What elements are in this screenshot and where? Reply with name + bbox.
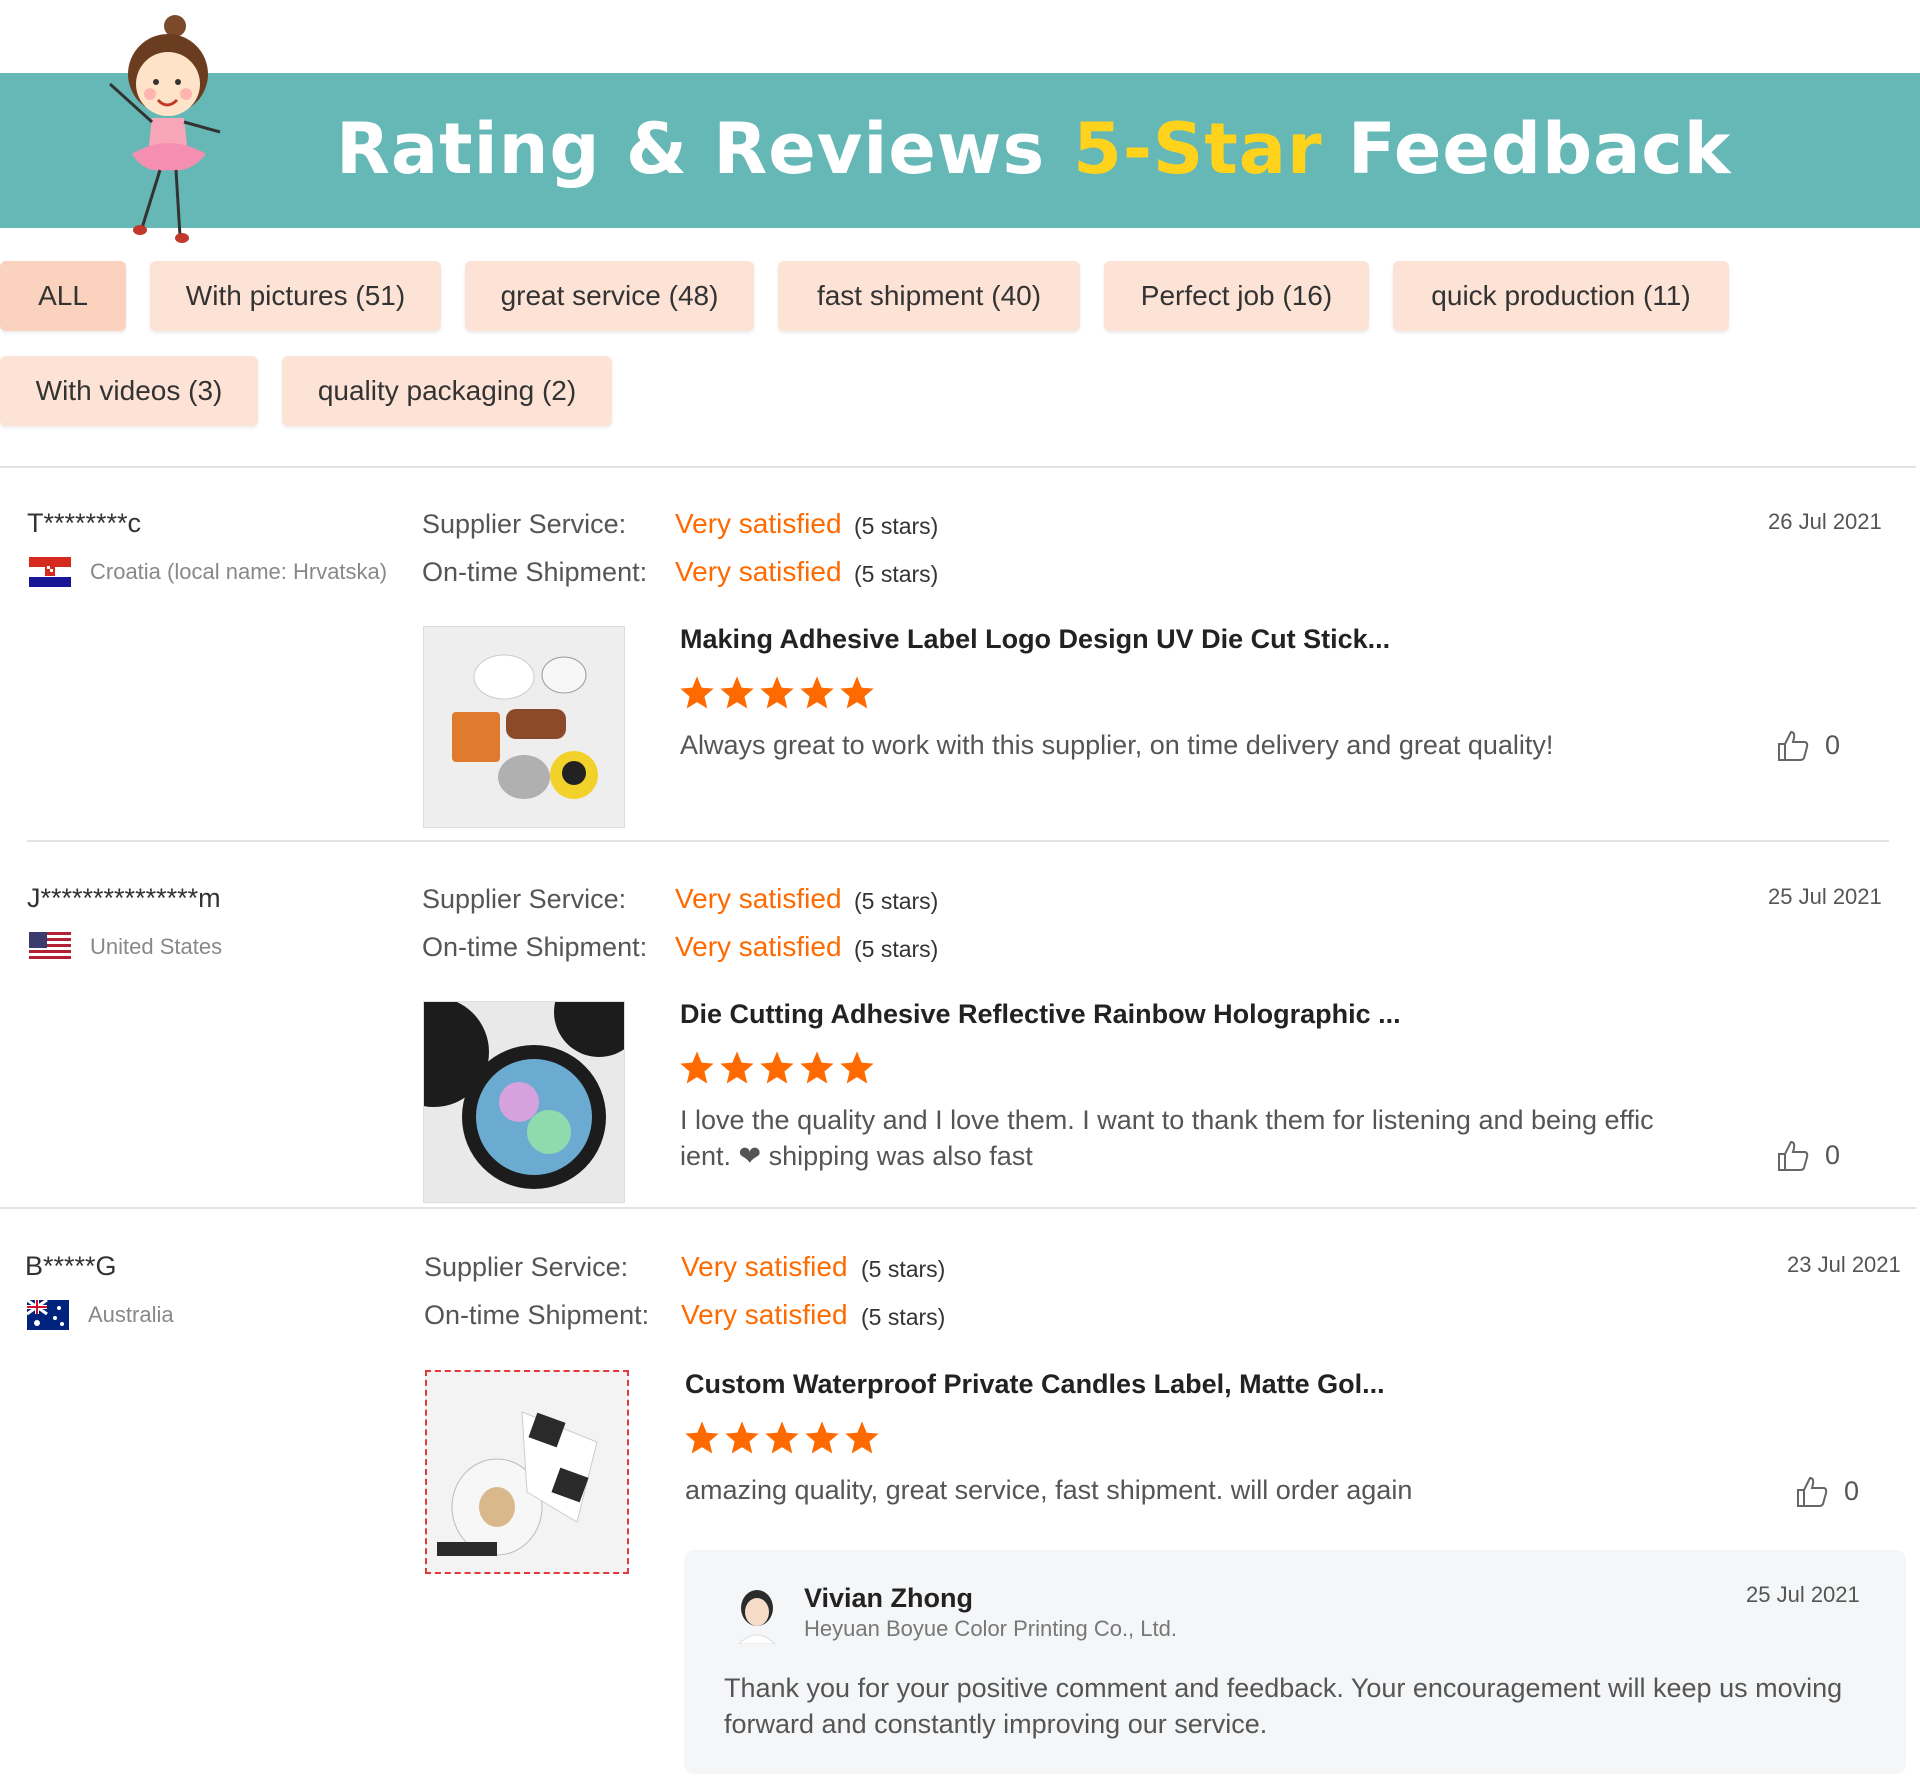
review-stars bbox=[678, 674, 876, 712]
shipment-stars-count: (5 stars) bbox=[854, 561, 939, 587]
star-icon bbox=[760, 1051, 794, 1084]
australia-flag-icon bbox=[27, 1300, 69, 1330]
review-text: Always great to work with this supplier,… bbox=[680, 730, 1554, 760]
star-icon bbox=[680, 1051, 714, 1084]
reply-text: Thank you for your positive comment and … bbox=[724, 1673, 1843, 1739]
supplier-rating-value: Very satisfied bbox=[675, 508, 842, 539]
reviewer-country: Croatia (local name: Hrvatska) bbox=[90, 559, 388, 584]
supplier-rating-value: Very satisfied bbox=[675, 883, 842, 914]
filter-quality-packaging-chip[interactable]: quality packaging (2) bbox=[282, 356, 612, 426]
reply-date: 25 Jul 2021 bbox=[1746, 1582, 1860, 1607]
filter-with-pictures-chip[interactable]: With pictures (51) bbox=[150, 261, 441, 331]
filter-perfect-job-chip[interactable]: Perfect job (16) bbox=[1104, 261, 1369, 331]
ballerina-mascot-icon bbox=[108, 15, 221, 243]
review-text: amazing quality, great service, fast shi… bbox=[685, 1475, 1413, 1505]
divider bbox=[0, 466, 1916, 468]
filter-quick-production-chip[interactable]: quick production (11) bbox=[1393, 261, 1729, 331]
thumbs-up-icon[interactable] bbox=[1775, 1138, 1811, 1174]
supplier-rating-value: Very satisfied bbox=[681, 1251, 848, 1282]
star-icon bbox=[720, 1051, 754, 1084]
reviewer-name: B*****G bbox=[25, 1251, 117, 1281]
star-icon bbox=[805, 1421, 839, 1454]
product-title[interactable]: Making Adhesive Label Logo Design UV Die… bbox=[680, 624, 1390, 655]
supplier-service-label: Supplier Service: bbox=[424, 1252, 629, 1282]
seller-avatar bbox=[738, 1590, 776, 1644]
review-text: I love the quality and I love them. I wa… bbox=[680, 1105, 1654, 1171]
star-icon bbox=[840, 676, 874, 709]
page-title: Rating & Reviews 5-Star Feedback bbox=[336, 108, 1732, 190]
filter-fast-shipment-chip[interactable]: fast shipment (40) bbox=[778, 261, 1080, 331]
croatia-flag-icon bbox=[29, 557, 71, 587]
usa-flag-icon bbox=[29, 932, 71, 962]
like-count: 0 bbox=[1825, 1140, 1841, 1170]
shipment-rating-value: Very satisfied bbox=[675, 556, 842, 587]
review-date: 26 Jul 2021 bbox=[1768, 509, 1882, 534]
star-icon bbox=[765, 1421, 799, 1454]
review-date: 25 Jul 2021 bbox=[1768, 884, 1882, 909]
product-title[interactable]: Custom Waterproof Private Candles Label,… bbox=[685, 1369, 1385, 1400]
review-stars bbox=[678, 1049, 876, 1087]
filter-all-chip[interactable]: ALL bbox=[0, 261, 126, 331]
thumbs-up-icon[interactable] bbox=[1794, 1474, 1830, 1510]
shipment-rating-value: Very satisfied bbox=[681, 1299, 848, 1330]
shipment-stars-count: (5 stars) bbox=[854, 936, 939, 962]
shipment-stars-count: (5 stars) bbox=[861, 1304, 946, 1330]
seller-company: Heyuan Boyue Color Printing Co., Ltd. bbox=[804, 1616, 1177, 1641]
star-icon bbox=[685, 1421, 719, 1454]
product-title[interactable]: Die Cutting Adhesive Reflective Rainbow … bbox=[680, 999, 1401, 1030]
divider bbox=[27, 840, 1889, 842]
star-icon bbox=[680, 676, 714, 709]
supplier-stars-count: (5 stars) bbox=[854, 888, 939, 914]
divider bbox=[0, 1207, 1916, 1209]
star-icon bbox=[845, 1421, 879, 1454]
star-icon bbox=[760, 676, 794, 709]
thumbs-up-icon[interactable] bbox=[1775, 728, 1811, 764]
product-thumbnail[interactable] bbox=[423, 626, 625, 828]
shipment-rating-value: Very satisfied bbox=[675, 931, 842, 962]
filter-with-videos-chip[interactable]: With videos (3) bbox=[0, 356, 258, 426]
star-icon bbox=[800, 676, 834, 709]
ontime-shipment-label: On-time Shipment: bbox=[422, 557, 648, 587]
like-count: 0 bbox=[1844, 1476, 1860, 1506]
supplier-service-label: Supplier Service: bbox=[422, 509, 627, 539]
review-date: 23 Jul 2021 bbox=[1787, 1252, 1901, 1277]
supplier-service-label: Supplier Service: bbox=[422, 884, 627, 914]
supplier-stars-count: (5 stars) bbox=[854, 513, 939, 539]
filter-great-service-chip[interactable]: great service (48) bbox=[465, 261, 754, 331]
reviewer-name: J***************m bbox=[27, 883, 221, 913]
reviewer-country: United States bbox=[90, 934, 223, 959]
product-thumbnail[interactable] bbox=[423, 1001, 625, 1203]
supplier-stars-count: (5 stars) bbox=[861, 1256, 946, 1282]
product-thumbnail[interactable] bbox=[425, 1370, 629, 1574]
ontime-shipment-label: On-time Shipment: bbox=[424, 1300, 650, 1330]
ontime-shipment-label: On-time Shipment: bbox=[422, 932, 648, 962]
reviewer-name: T********c bbox=[27, 508, 142, 538]
review-stars bbox=[683, 1419, 881, 1457]
star-icon bbox=[800, 1051, 834, 1084]
reviewer-country: Australia bbox=[88, 1302, 174, 1327]
star-icon bbox=[720, 676, 754, 709]
star-icon bbox=[725, 1421, 759, 1454]
title-highlight: 5-Star bbox=[1073, 108, 1323, 190]
seller-name: Vivian Zhong bbox=[804, 1583, 974, 1613]
star-icon bbox=[840, 1051, 874, 1084]
like-count: 0 bbox=[1825, 730, 1841, 760]
